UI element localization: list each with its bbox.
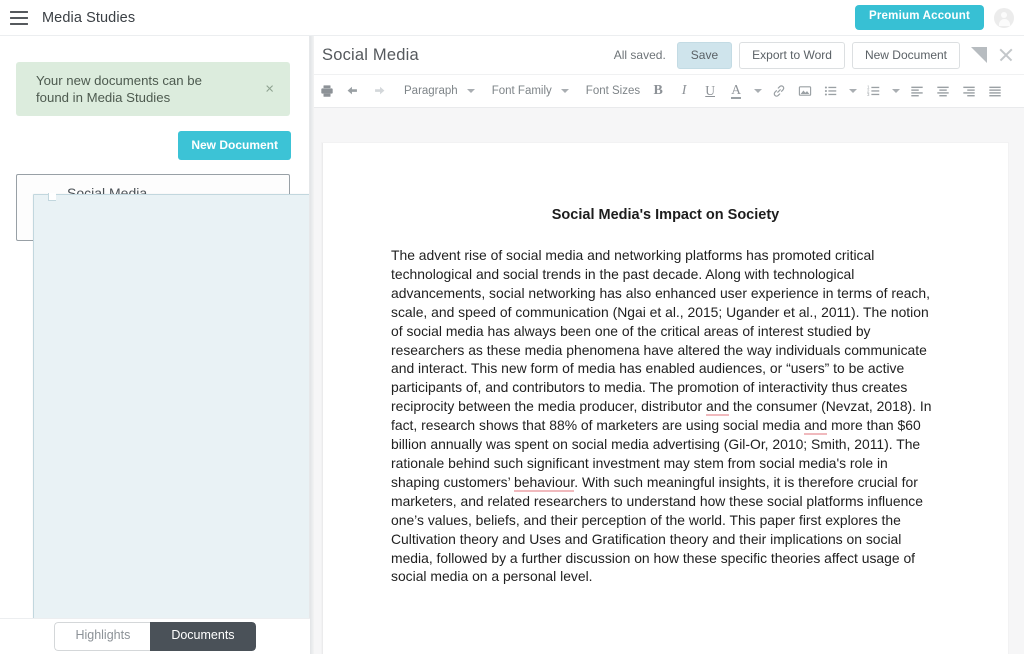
numbered-list-icon[interactable]: 1 2 3 xyxy=(861,74,887,108)
font-family-select[interactable]: Font Family xyxy=(480,74,557,108)
document-heading: Social Media's Impact on Society xyxy=(323,207,1008,223)
svg-text:3: 3 xyxy=(867,92,870,97)
align-left-icon[interactable] xyxy=(904,74,930,108)
bullet-list-chevron-down-icon[interactable] xyxy=(844,74,861,108)
info-alert-message: Your new documents can be found in Media… xyxy=(16,72,221,106)
font-family-label: Font Family xyxy=(480,85,557,97)
document-list-item[interactable]: Social Media Last modified: Today 11:20 … xyxy=(16,174,290,241)
save-status-label: All saved. xyxy=(614,48,666,62)
paragraph-style-select[interactable]: Paragraph xyxy=(392,74,463,108)
paragraph-segment-1: The advent rise of social media and netw… xyxy=(391,247,930,414)
print-icon[interactable] xyxy=(314,74,340,108)
premium-account-button[interactable]: Premium Account xyxy=(855,5,984,30)
document-page-icon xyxy=(33,194,55,222)
paragraph-segment-4: . With such meaningful insights, it is t… xyxy=(391,474,923,585)
editor-header: Social Media All saved. Save Export to W… xyxy=(314,36,1024,74)
bullet-list-icon[interactable] xyxy=(818,74,844,108)
font-sizes-label: Font Sizes xyxy=(574,85,645,97)
align-center-icon[interactable] xyxy=(930,74,956,108)
editor-header-actions: All saved. Save Export to Word New Docum… xyxy=(614,42,1024,69)
font-sizes-select[interactable]: Font Sizes xyxy=(574,74,645,108)
export-to-word-button[interactable]: Export to Word xyxy=(739,42,845,69)
sidebar: Your new documents can be found in Media… xyxy=(0,36,310,654)
misspelled-word-1[interactable]: and xyxy=(706,398,729,416)
info-alert: Your new documents can be found in Media… xyxy=(16,62,290,116)
user-avatar-icon[interactable] xyxy=(994,8,1014,28)
editor-document-title: Social Media xyxy=(322,46,419,65)
top-bar: Media Studies Premium Account xyxy=(0,0,1024,36)
link-icon[interactable] xyxy=(766,74,792,108)
paragraph-style-label: Paragraph xyxy=(392,85,463,97)
document-page[interactable]: Social Media's Impact on Society The adv… xyxy=(322,143,1008,654)
image-icon[interactable] xyxy=(792,74,818,108)
align-right-icon[interactable] xyxy=(956,74,982,108)
paragraph-style-chevron-down-icon[interactable] xyxy=(463,74,480,108)
underline-icon[interactable]: U xyxy=(697,74,723,108)
font-family-chevron-down-icon[interactable] xyxy=(557,74,574,108)
misspelled-word-2[interactable]: and xyxy=(804,417,827,435)
sidebar-tab-bar: Highlights Documents xyxy=(0,618,310,654)
app-root: Media Studies Premium Account Your new d… xyxy=(0,0,1024,654)
top-bar-actions: Premium Account xyxy=(855,5,1024,30)
tab-documents[interactable]: Documents xyxy=(150,622,255,651)
align-justify-icon[interactable] xyxy=(982,74,1008,108)
editor-new-document-button[interactable]: New Document xyxy=(852,42,960,69)
text-color-chevron-down-icon[interactable] xyxy=(749,74,766,108)
editor-panel: Social Media All saved. Save Export to W… xyxy=(310,36,1024,654)
numbered-list-chevron-down-icon[interactable] xyxy=(887,74,904,108)
italic-icon[interactable]: I xyxy=(671,74,697,108)
document-paragraph: The advent rise of social media and netw… xyxy=(391,246,940,586)
text-color-icon[interactable]: A xyxy=(723,74,749,108)
editor-toolbar: Paragraph Font Family Font Sizes B I U A xyxy=(314,74,1024,108)
hamburger-menu-icon[interactable] xyxy=(10,11,28,25)
redo-icon[interactable] xyxy=(366,74,392,108)
undo-icon[interactable] xyxy=(340,74,366,108)
tab-highlights[interactable]: Highlights xyxy=(54,622,150,651)
close-icon[interactable] xyxy=(997,46,1015,64)
bold-icon[interactable]: B xyxy=(645,74,671,108)
sidebar-new-document-button[interactable]: New Document xyxy=(178,131,291,160)
misspelled-word-3[interactable]: behaviour xyxy=(514,474,574,492)
document-canvas: Social Media's Impact on Society The adv… xyxy=(314,108,1024,654)
save-button[interactable]: Save xyxy=(677,42,732,69)
info-alert-close-icon[interactable]: × xyxy=(265,82,274,97)
panel-divider xyxy=(309,0,310,618)
app-title: Media Studies xyxy=(42,10,135,26)
expand-pane-icon[interactable] xyxy=(971,47,987,63)
